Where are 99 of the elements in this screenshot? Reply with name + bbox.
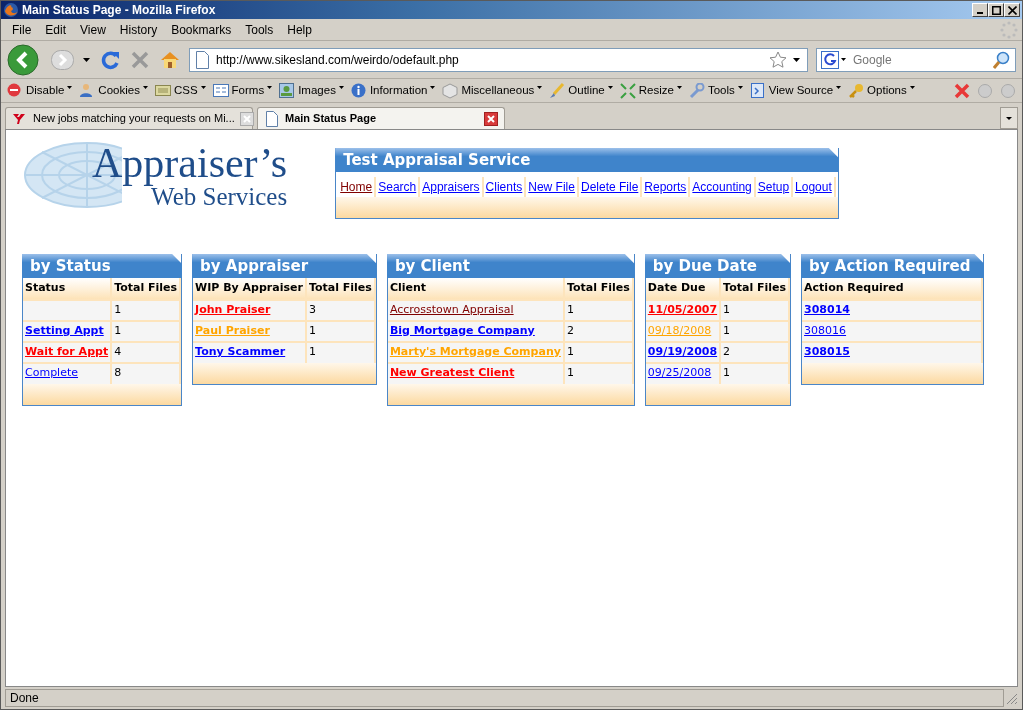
table-cell: 2	[563, 320, 633, 342]
tab-list-button[interactable]	[1000, 107, 1018, 129]
caret-icon	[142, 86, 148, 89]
table-cell: 1	[563, 341, 633, 363]
menu-item[interactable]: History	[112, 20, 165, 39]
page-icon	[264, 110, 280, 127]
table-cell: 1	[720, 299, 790, 321]
panel-title: by Due Date	[644, 254, 792, 278]
menu-item[interactable]: Tools	[238, 20, 281, 39]
table-cell: 1	[305, 320, 375, 342]
toolbar-menu[interactable]: Information	[350, 81, 436, 100]
toolbar-menu[interactable]: Forms	[212, 81, 273, 100]
dropdown-icon[interactable]	[83, 55, 91, 64]
close-icon	[1007, 5, 1017, 15]
menu-item[interactable]: Help	[280, 20, 319, 39]
column-header: WIP By Appraiser	[193, 278, 306, 300]
brush-icon	[549, 82, 566, 99]
toolbar-menu[interactable]: Cookies	[79, 81, 148, 100]
page-icon	[194, 50, 210, 69]
caret-icon	[67, 86, 73, 89]
table-cell: 3	[305, 299, 375, 321]
table-cell: 2	[720, 341, 790, 363]
g-logo-icon[interactable]	[821, 50, 847, 69]
table-cell: 1	[563, 362, 633, 384]
column-header: Status	[23, 278, 112, 300]
table-link[interactable]: 308014	[804, 302, 850, 316]
caret-icon	[607, 86, 613, 89]
close-button[interactable]	[1004, 3, 1020, 17]
column-header: Total Files	[111, 278, 181, 300]
css-icon	[154, 82, 171, 99]
toolbar-menu[interactable]: Miscellaneous	[442, 81, 543, 100]
caret-icon	[537, 86, 543, 89]
menu-item[interactable]: Edit	[38, 20, 74, 39]
column-header: Total Files	[305, 278, 375, 300]
arrows-icon	[619, 82, 636, 99]
minimize-button[interactable]	[972, 3, 988, 17]
table-link[interactable]: 308016	[804, 323, 847, 337]
column-header: Date Due	[645, 278, 721, 300]
close-icon[interactable]	[484, 111, 498, 126]
caret-icon	[737, 86, 743, 89]
address-field[interactable]: http://www.sikesland.com/weirdo/odefault.php	[189, 47, 808, 72]
table-cell: 1	[563, 299, 633, 321]
toolbar-menu[interactable]: Disable	[7, 81, 73, 100]
resize-grip-icon	[1004, 691, 1018, 705]
maximize-icon	[991, 5, 1001, 15]
search-bar[interactable]: Google	[816, 47, 1016, 72]
toolbar-menu[interactable]: CSS	[154, 81, 206, 100]
forward-button[interactable]	[51, 47, 75, 72]
minimize-icon	[977, 12, 983, 14]
panel-title: by Client	[386, 254, 635, 278]
form-icon	[212, 82, 229, 99]
search-icon[interactable]	[993, 50, 1011, 69]
table-cell: 8	[111, 362, 181, 384]
caret-icon	[267, 86, 273, 89]
info-icon	[350, 82, 367, 99]
logo-text: Appraiser’s	[92, 141, 288, 184]
panel-title: Test Appraisal Service	[335, 148, 839, 172]
toolbar-menu[interactable]: Resize	[619, 81, 682, 100]
dropdown-icon[interactable]	[793, 55, 801, 64]
browser-tab[interactable]: Main Status Page	[257, 107, 505, 129]
status-text: Done	[5, 689, 1004, 707]
caret-icon	[430, 86, 436, 89]
toolbar-menu[interactable]: Images	[279, 81, 344, 100]
star-icon[interactable]	[769, 50, 787, 69]
column-header: Client	[387, 278, 564, 300]
menu-item[interactable]: File	[5, 20, 39, 39]
toolbar-menu[interactable]: Outline	[549, 81, 613, 100]
window-title: Main Status Page - Mozilla Firefox	[22, 2, 217, 19]
table-cell: 1	[305, 341, 375, 363]
no-entry-icon	[7, 82, 23, 99]
menu-item[interactable]: View	[73, 20, 113, 39]
table-cell: 1	[111, 320, 181, 342]
caret-icon	[338, 86, 344, 89]
table-cell: 1	[720, 362, 790, 384]
column-header: Action Required	[802, 278, 983, 300]
column-header: Total Files	[563, 278, 633, 300]
caret-icon	[909, 86, 915, 89]
caret-icon	[836, 86, 842, 89]
table-link[interactable]: 308015	[804, 345, 850, 359]
picture-icon	[279, 82, 296, 99]
table-cell: 1	[720, 320, 790, 342]
maximize-button[interactable]	[988, 3, 1004, 17]
caret-icon	[200, 86, 206, 89]
toolbar-menu[interactable]: Options	[848, 81, 915, 100]
firefox-icon	[3, 2, 19, 18]
document-icon	[749, 82, 766, 99]
throbber-icon	[1000, 20, 1018, 39]
panel-title: by Appraiser	[192, 254, 377, 278]
caret-icon	[676, 86, 682, 89]
menu-item[interactable]: Bookmarks	[164, 20, 239, 39]
browser-tab[interactable]: New jobs matching your requests on Mi...	[5, 107, 253, 129]
table-cell: 4	[111, 341, 181, 363]
table-cell: 1	[111, 299, 181, 321]
panel-title: by Action Required	[801, 254, 985, 278]
key-icon	[848, 82, 865, 99]
column-header: Total Files	[720, 278, 790, 300]
toolbar-menu[interactable]: View Source	[749, 81, 842, 100]
panel-title: by Status	[22, 254, 183, 278]
toolbar-menu[interactable]: Tools	[688, 81, 743, 100]
